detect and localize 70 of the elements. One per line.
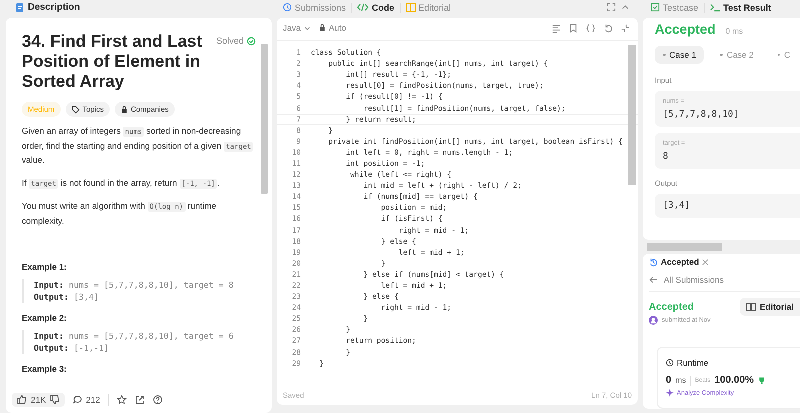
editor-tab[interactable]: Code xyxy=(357,2,395,12)
result-tab[interactable]: Test Result xyxy=(710,2,772,12)
input-text: nums = [5,7,7,8,8,10], target = 6 xyxy=(68,331,234,341)
trophy-icon xyxy=(758,376,766,384)
star-icon[interactable] xyxy=(117,394,128,404)
chevron-down-icon xyxy=(304,24,311,32)
collapse-icon[interactable] xyxy=(621,24,630,32)
close-icon[interactable] xyxy=(702,258,710,266)
example-heading: Example 3: xyxy=(22,364,68,374)
output-label: Output: xyxy=(34,292,69,302)
share-icon[interactable] xyxy=(135,394,146,404)
like-button[interactable]: 21K xyxy=(12,392,66,406)
comment-icon xyxy=(73,394,84,404)
problem-title: 34. Find First and Last Position of Element in Sorted Array xyxy=(22,32,204,92)
thumbs-down-icon[interactable] xyxy=(50,394,60,404)
all-submissions-link[interactable]: All Submissions xyxy=(649,275,800,292)
output-text: [3,4] xyxy=(74,292,99,302)
book-icon xyxy=(406,3,416,12)
code-icon xyxy=(357,3,370,12)
checkbox-icon xyxy=(651,3,660,12)
output-label: Output: xyxy=(34,343,69,353)
history-icon xyxy=(649,258,658,266)
arrow-left-icon xyxy=(649,276,658,284)
parameter-value: 8 xyxy=(663,152,670,162)
input-text: nums = [5,7,7,8,8,10], target = 8 xyxy=(68,280,234,290)
runtime-value: 0 xyxy=(666,375,672,386)
braces-icon[interactable] xyxy=(586,24,596,32)
auto-mode-toggle[interactable]: Auto xyxy=(318,23,346,33)
input-label: Input: xyxy=(34,331,64,341)
clock-icon xyxy=(666,359,674,367)
description-tab[interactable]: Description xyxy=(28,2,80,13)
submission-tab[interactable]: Accepted xyxy=(661,257,700,267)
lock-icon xyxy=(120,106,128,114)
scrollbar-thumb[interactable] xyxy=(628,45,636,185)
thumbs-up-icon xyxy=(17,394,27,404)
book-icon xyxy=(746,302,756,312)
output-value: [3,4] xyxy=(655,194,800,218)
format-icon[interactable] xyxy=(552,24,561,32)
runtime-label: Runtime xyxy=(677,358,709,368)
like-count: 21K xyxy=(31,394,46,404)
sparkle-icon xyxy=(666,389,674,397)
verdict: Accepted xyxy=(655,22,716,37)
bookmark-icon[interactable] xyxy=(569,24,578,32)
chevron-up-icon[interactable] xyxy=(621,3,630,12)
clock-icon xyxy=(283,3,292,12)
lock-icon xyxy=(318,24,326,32)
expand-icon[interactable] xyxy=(607,3,616,12)
scrollbar-thumb[interactable] xyxy=(647,242,722,250)
check-circle-icon xyxy=(247,36,256,46)
example-heading: Example 1: xyxy=(22,262,68,272)
beats-percentage: 100.00% xyxy=(714,375,754,386)
submission-verdict: Accepted xyxy=(649,302,696,313)
parameter-value: [5,7,7,8,8,10] xyxy=(663,110,740,120)
input-label: Input: xyxy=(34,280,64,290)
terminal-icon xyxy=(710,3,721,12)
scrollbar-thumb[interactable] xyxy=(261,44,268,194)
runtime: 0 ms xyxy=(726,27,744,36)
comments-button[interactable]: 212 xyxy=(73,394,100,404)
editorial-button[interactable]: Editorial xyxy=(740,298,800,316)
avatar-icon xyxy=(649,316,658,325)
output-text: [-1,-1] xyxy=(74,343,109,353)
case-tab[interactable]: Case 1 xyxy=(655,46,704,64)
runtime-unit: ms xyxy=(676,376,686,385)
help-icon[interactable] xyxy=(153,394,164,404)
example-heading: Example 2: xyxy=(22,313,68,323)
undo-icon[interactable] xyxy=(604,24,613,32)
language-dropdown[interactable]: Java xyxy=(283,23,311,33)
tag-icon xyxy=(72,106,80,114)
solved-status: Solved xyxy=(216,36,244,46)
document-icon xyxy=(16,2,24,12)
